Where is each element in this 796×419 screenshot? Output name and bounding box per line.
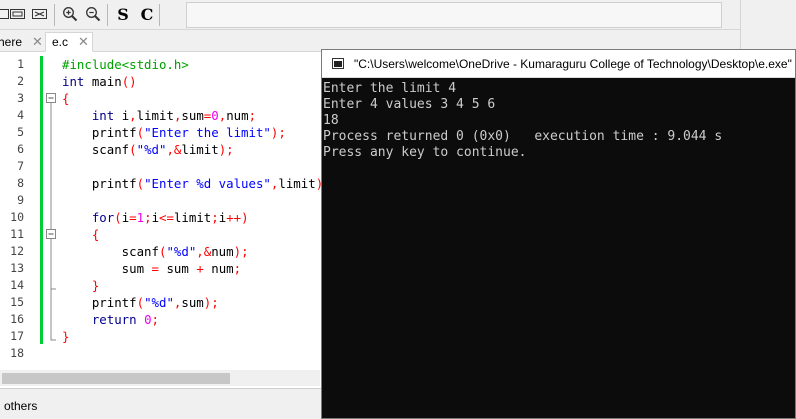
scrollbar-thumb[interactable] bbox=[2, 373, 230, 384]
fold-toggle-for[interactable] bbox=[46, 229, 56, 239]
side-panel bbox=[740, 0, 796, 50]
window-stack-icon[interactable] bbox=[30, 4, 50, 24]
line-number: 1 bbox=[17, 57, 24, 71]
line-number: 7 bbox=[17, 159, 24, 173]
horizontal-scrollbar[interactable] bbox=[0, 370, 320, 386]
zoom-out-icon[interactable] bbox=[83, 4, 103, 24]
window-alt-icon[interactable] bbox=[8, 4, 28, 24]
line-number: 10 bbox=[10, 210, 24, 224]
toolbar-separator bbox=[54, 4, 55, 26]
tab-e-c[interactable]: e.c ✕ bbox=[45, 32, 93, 52]
tab-label: here bbox=[0, 35, 23, 49]
line-number-gutter: 1 2 3 4 5 6 7 8 9 10 11 12 13 14 15 16 1… bbox=[0, 56, 40, 362]
console-line: Process returned 0 (0x0) execution time … bbox=[323, 129, 723, 144]
line-number: 13 bbox=[10, 261, 24, 275]
console-icon bbox=[332, 58, 344, 69]
line-number: 11 bbox=[10, 227, 24, 241]
match-case-c-icon[interactable]: C bbox=[137, 4, 157, 24]
toolbar-separator bbox=[159, 4, 160, 26]
toolbar-separator bbox=[107, 4, 108, 26]
fold-toggle-main[interactable] bbox=[46, 93, 56, 103]
line-number: 16 bbox=[10, 312, 24, 326]
console-line: Press any key to continue. bbox=[323, 145, 527, 160]
match-case-s-icon[interactable]: S bbox=[113, 4, 133, 24]
console-output: Enter the limit 4 Enter 4 values 3 4 5 6… bbox=[322, 78, 795, 161]
toolbar-combo[interactable] bbox=[186, 2, 722, 28]
line-number: 9 bbox=[17, 193, 24, 207]
console-title-bar[interactable]: "C:\Users\welcome\OneDrive - Kumaraguru … bbox=[322, 50, 795, 78]
line-number: 17 bbox=[10, 329, 24, 343]
line-number: 4 bbox=[17, 108, 24, 122]
console-title: "C:\Users\welcome\OneDrive - Kumaraguru … bbox=[354, 56, 792, 71]
line-number: 14 bbox=[10, 278, 24, 292]
line-number: 2 bbox=[17, 74, 24, 88]
line-number: 5 bbox=[17, 125, 24, 139]
toolbar: S C bbox=[0, 0, 740, 30]
line-number: 6 bbox=[17, 142, 24, 156]
zoom-in-icon[interactable] bbox=[60, 4, 80, 24]
console-line: Enter the limit 4 bbox=[323, 81, 457, 96]
close-icon[interactable]: ✕ bbox=[78, 34, 89, 50]
close-icon[interactable]: ✕ bbox=[32, 34, 43, 50]
line-number: 12 bbox=[10, 244, 24, 258]
line-number: 3 bbox=[17, 91, 24, 105]
ide-window: S C here ✕ e.c ✕ 1 2 3 4 5 6 7 8 9 10 11 bbox=[0, 0, 796, 419]
console-line: 18 bbox=[323, 113, 339, 128]
line-number: 8 bbox=[17, 176, 24, 190]
console-window[interactable]: "C:\Users\welcome\OneDrive - Kumaraguru … bbox=[321, 49, 796, 419]
console-line: Enter 4 values 3 4 5 6 bbox=[323, 97, 496, 112]
line-number: 18 bbox=[10, 346, 24, 360]
fold-margin bbox=[44, 56, 58, 361]
tab-here[interactable]: here ✕ bbox=[0, 32, 44, 52]
others-tab[interactable]: others bbox=[4, 399, 37, 413]
change-marker-bar bbox=[40, 56, 43, 344]
tab-label: e.c bbox=[52, 35, 69, 49]
line-number: 15 bbox=[10, 295, 24, 309]
